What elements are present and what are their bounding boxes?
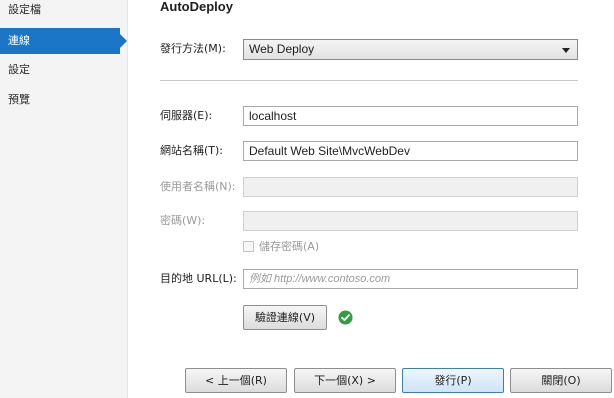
save-password-label: 儲存密碼(A) xyxy=(259,240,320,253)
username-label: 使用者名稱(N): xyxy=(160,180,236,193)
sidebar-item-preview[interactable]: 預覽 xyxy=(0,87,120,113)
destination-url-label: 目的地 URL(L): xyxy=(160,272,237,285)
sidebar-item-profile[interactable]: 設定檔 xyxy=(0,0,120,23)
username-input[interactable] xyxy=(243,177,578,197)
divider xyxy=(160,80,578,81)
password-label: 密碼(W): xyxy=(160,214,206,227)
page-title: AutoDeploy xyxy=(160,0,233,14)
chevron-down-icon xyxy=(562,48,570,53)
prev-button[interactable]: < 上一個(R) xyxy=(185,368,287,393)
publish-method-value: Web Deploy xyxy=(249,42,315,56)
publish-method-select[interactable]: Web Deploy xyxy=(243,39,578,60)
sidebar-item-connection[interactable]: 連線 xyxy=(0,28,127,54)
close-button[interactable]: 關閉(O) xyxy=(510,368,612,393)
site-name-input[interactable]: Default Web Site\MvcWebDev xyxy=(243,141,578,161)
password-input[interactable] xyxy=(243,211,578,231)
sidebar-item-settings[interactable]: 設定 xyxy=(0,57,120,83)
destination-url-input[interactable]: 例如 http://www.contoso.com xyxy=(243,269,578,289)
site-name-label: 網站名稱(T): xyxy=(160,144,224,157)
sidebar: 設定檔 連線 設定 預覽 xyxy=(0,0,128,398)
next-button[interactable]: 下一個(X) > xyxy=(294,368,396,393)
publish-button[interactable]: 發行(P) xyxy=(402,368,504,393)
server-label: 伺服器(E): xyxy=(160,109,213,122)
server-input[interactable]: localhost xyxy=(243,106,578,126)
publish-method-label: 發行方法(M): xyxy=(160,42,226,55)
validate-connection-button[interactable]: 驗證連線(V) xyxy=(243,305,327,330)
check-circle-icon xyxy=(338,310,353,325)
save-password-checkbox[interactable] xyxy=(243,241,254,252)
